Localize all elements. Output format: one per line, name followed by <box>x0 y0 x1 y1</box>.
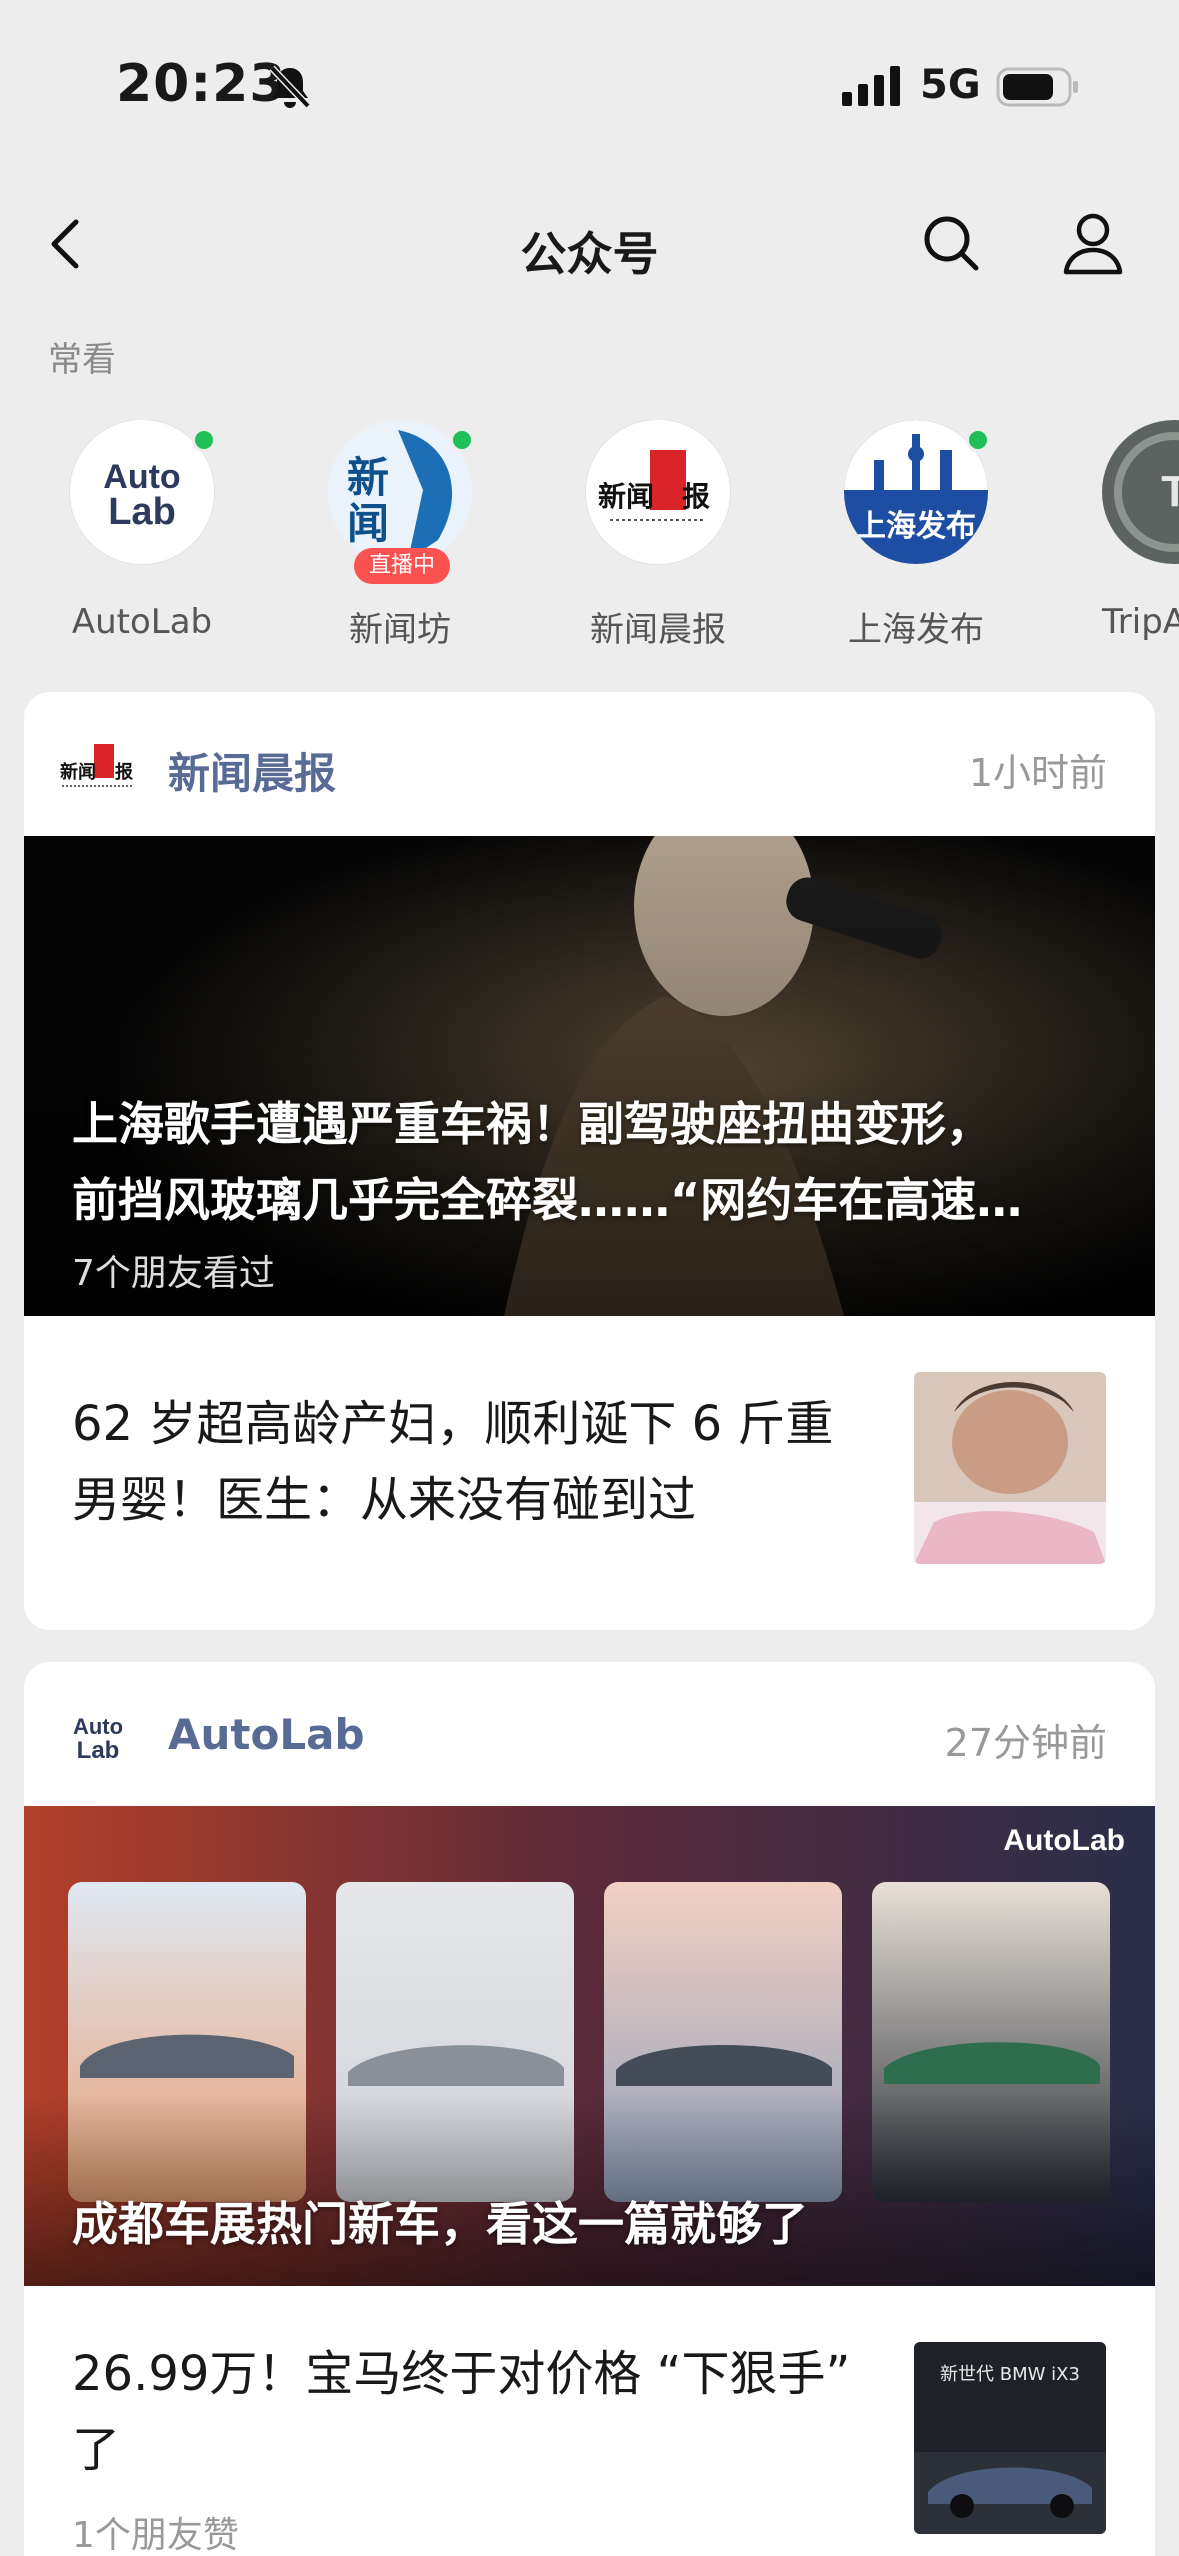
frequent-account-shanghaifabu[interactable]: 上海发布 上海发布 <box>816 420 1016 650</box>
update-dot <box>192 428 216 452</box>
svg-text:Auto: Auto <box>73 1714 123 1739</box>
frequent-account-autolab[interactable]: Auto Lab AutoLab <box>42 420 242 650</box>
frequent-account-name: 新闻晨报 <box>590 610 726 650</box>
card-header[interactable]: 新闻 报 新闻晨报 1小时前 <box>24 692 1155 836</box>
frequent-account-name: AutoLab <box>71 602 213 642</box>
frequent-account-xinwenchenbao[interactable]: 新闻 报 新闻晨报 <box>558 420 758 650</box>
svg-text:新闻: 新闻 <box>598 480 654 513</box>
card-header[interactable]: Auto Lab AutoLab 27分钟前 <box>24 1662 1155 1806</box>
live-badge: 直播中 <box>354 548 450 584</box>
hero-brand-watermark: AutoLab <box>1003 1824 1125 1857</box>
hero-article[interactable]: 上海歌手遭遇严重车祸！副驾驶座扭曲变形， 前挡风玻璃几乎完全碎裂……“网约车在高… <box>24 836 1155 1316</box>
frequent-account-name: 新闻坊 <box>349 610 451 650</box>
publish-time: 27分钟前 <box>944 1721 1107 1765</box>
article-item[interactable]: 62 岁超高龄产妇，顺利诞下 6 斤重男婴！医生：从来没有碰到过 <box>24 1316 1155 1628</box>
account-card-xinwenchenbao: 新闻 报 新闻晨报 1小时前 上海歌手遭遇严重车祸！副驾驶座扭曲变形， 前挡风玻… <box>24 692 1155 1630</box>
account-card-autolab: Auto Lab AutoLab 27分钟前 AutoLab 成都车展热门新车，… <box>24 1662 1155 2556</box>
update-dot <box>450 428 474 452</box>
svg-text:报: 报 <box>682 480 710 513</box>
svg-text:新: 新 <box>347 453 389 502</box>
autolab-logo-icon: Auto Lab <box>73 1714 123 1764</box>
hero-friends-read: 7个朋友看过 <box>72 1253 275 1294</box>
tripa-logo-icon: Tr <box>1102 420 1179 564</box>
frequent-account-tripa[interactable]: Tr TripA <box>1074 420 1179 650</box>
frequent-account-name: 上海发布 <box>848 610 984 650</box>
article-title: 62 岁超高龄产妇，顺利诞下 6 斤重男婴！医生：从来没有碰到过 <box>72 1396 834 1528</box>
account-name[interactable]: 新闻晨报 <box>168 740 336 801</box>
avatar: Tr <box>1102 420 1179 564</box>
bell-muted-icon <box>269 65 311 109</box>
hero-title-line2: 前挡风玻璃几乎完全碎裂……“网约车在高速… <box>72 1173 1023 1227</box>
hero-title-line1: 上海歌手遭遇严重车祸！副驾驶座扭曲变形， <box>72 1097 992 1151</box>
svg-text:报: 报 <box>115 761 133 783</box>
status-bar: 20:23 5G <box>0 0 1179 160</box>
hero-article[interactable]: AutoLab 成都车展热门新车，看这一篇就够了 <box>24 1806 1155 2286</box>
article-friends-liked: 1个朋友赞 <box>72 2515 239 2556</box>
article-item[interactable]: 26.99万！宝马终于对价格 “下狠手” 了 1个朋友赞 新世代 BMW iX3 <box>24 2286 1155 2556</box>
xinwenchenbao-logo-icon: 新闻 报 <box>60 744 134 787</box>
article-thumbnail: 新世代 BMW iX3 <box>914 2342 1106 2534</box>
svg-text:Tr: Tr <box>1161 467 1179 516</box>
article-thumbnail-image <box>914 1372 1106 1564</box>
article-title: 26.99万！宝马终于对价格 “下狠手” 了 <box>72 2346 851 2478</box>
thumbnail-caption: 新世代 BMW iX3 <box>940 2364 1080 2385</box>
frequent-accounts-row: Auto Lab AutoLab 新 闻 直播中 新闻坊 新闻 报 新闻晨报 上… <box>0 420 1179 650</box>
hero-title-line1: 成都车展热门新车，看这一篇就够了 <box>72 2197 808 2251</box>
frequent-section-label: 常看 <box>48 340 116 380</box>
search-icon[interactable] <box>920 212 982 274</box>
svg-text:闻: 闻 <box>347 499 389 548</box>
account-name[interactable]: AutoLab <box>168 1710 365 1759</box>
cellular-signal-icon <box>842 66 900 106</box>
battery-icon <box>996 67 1078 107</box>
svg-text:新闻: 新闻 <box>60 761 96 783</box>
nav-bar: 公众号 <box>0 190 1179 300</box>
svg-text:Lab: Lab <box>77 1737 120 1764</box>
update-dot <box>966 428 990 452</box>
publish-time: 1小时前 <box>968 751 1107 795</box>
network-type: 5G <box>920 62 981 108</box>
frequent-account-xinwenfang[interactable]: 新 闻 直播中 新闻坊 <box>300 420 500 650</box>
avatar: 新闻 报 <box>586 420 730 564</box>
svg-text:上海发布: 上海发布 <box>856 509 976 544</box>
status-time: 20:23 <box>116 54 287 114</box>
xinwenchenbao-logo-icon: 新闻 报 <box>586 420 730 564</box>
frequent-account-name: TripA <box>1102 602 1179 642</box>
profile-icon[interactable] <box>1060 210 1126 276</box>
page-title: 公众号 <box>520 227 659 281</box>
svg-text:Lab: Lab <box>108 491 176 533</box>
article-thumbnail <box>914 1372 1106 1564</box>
